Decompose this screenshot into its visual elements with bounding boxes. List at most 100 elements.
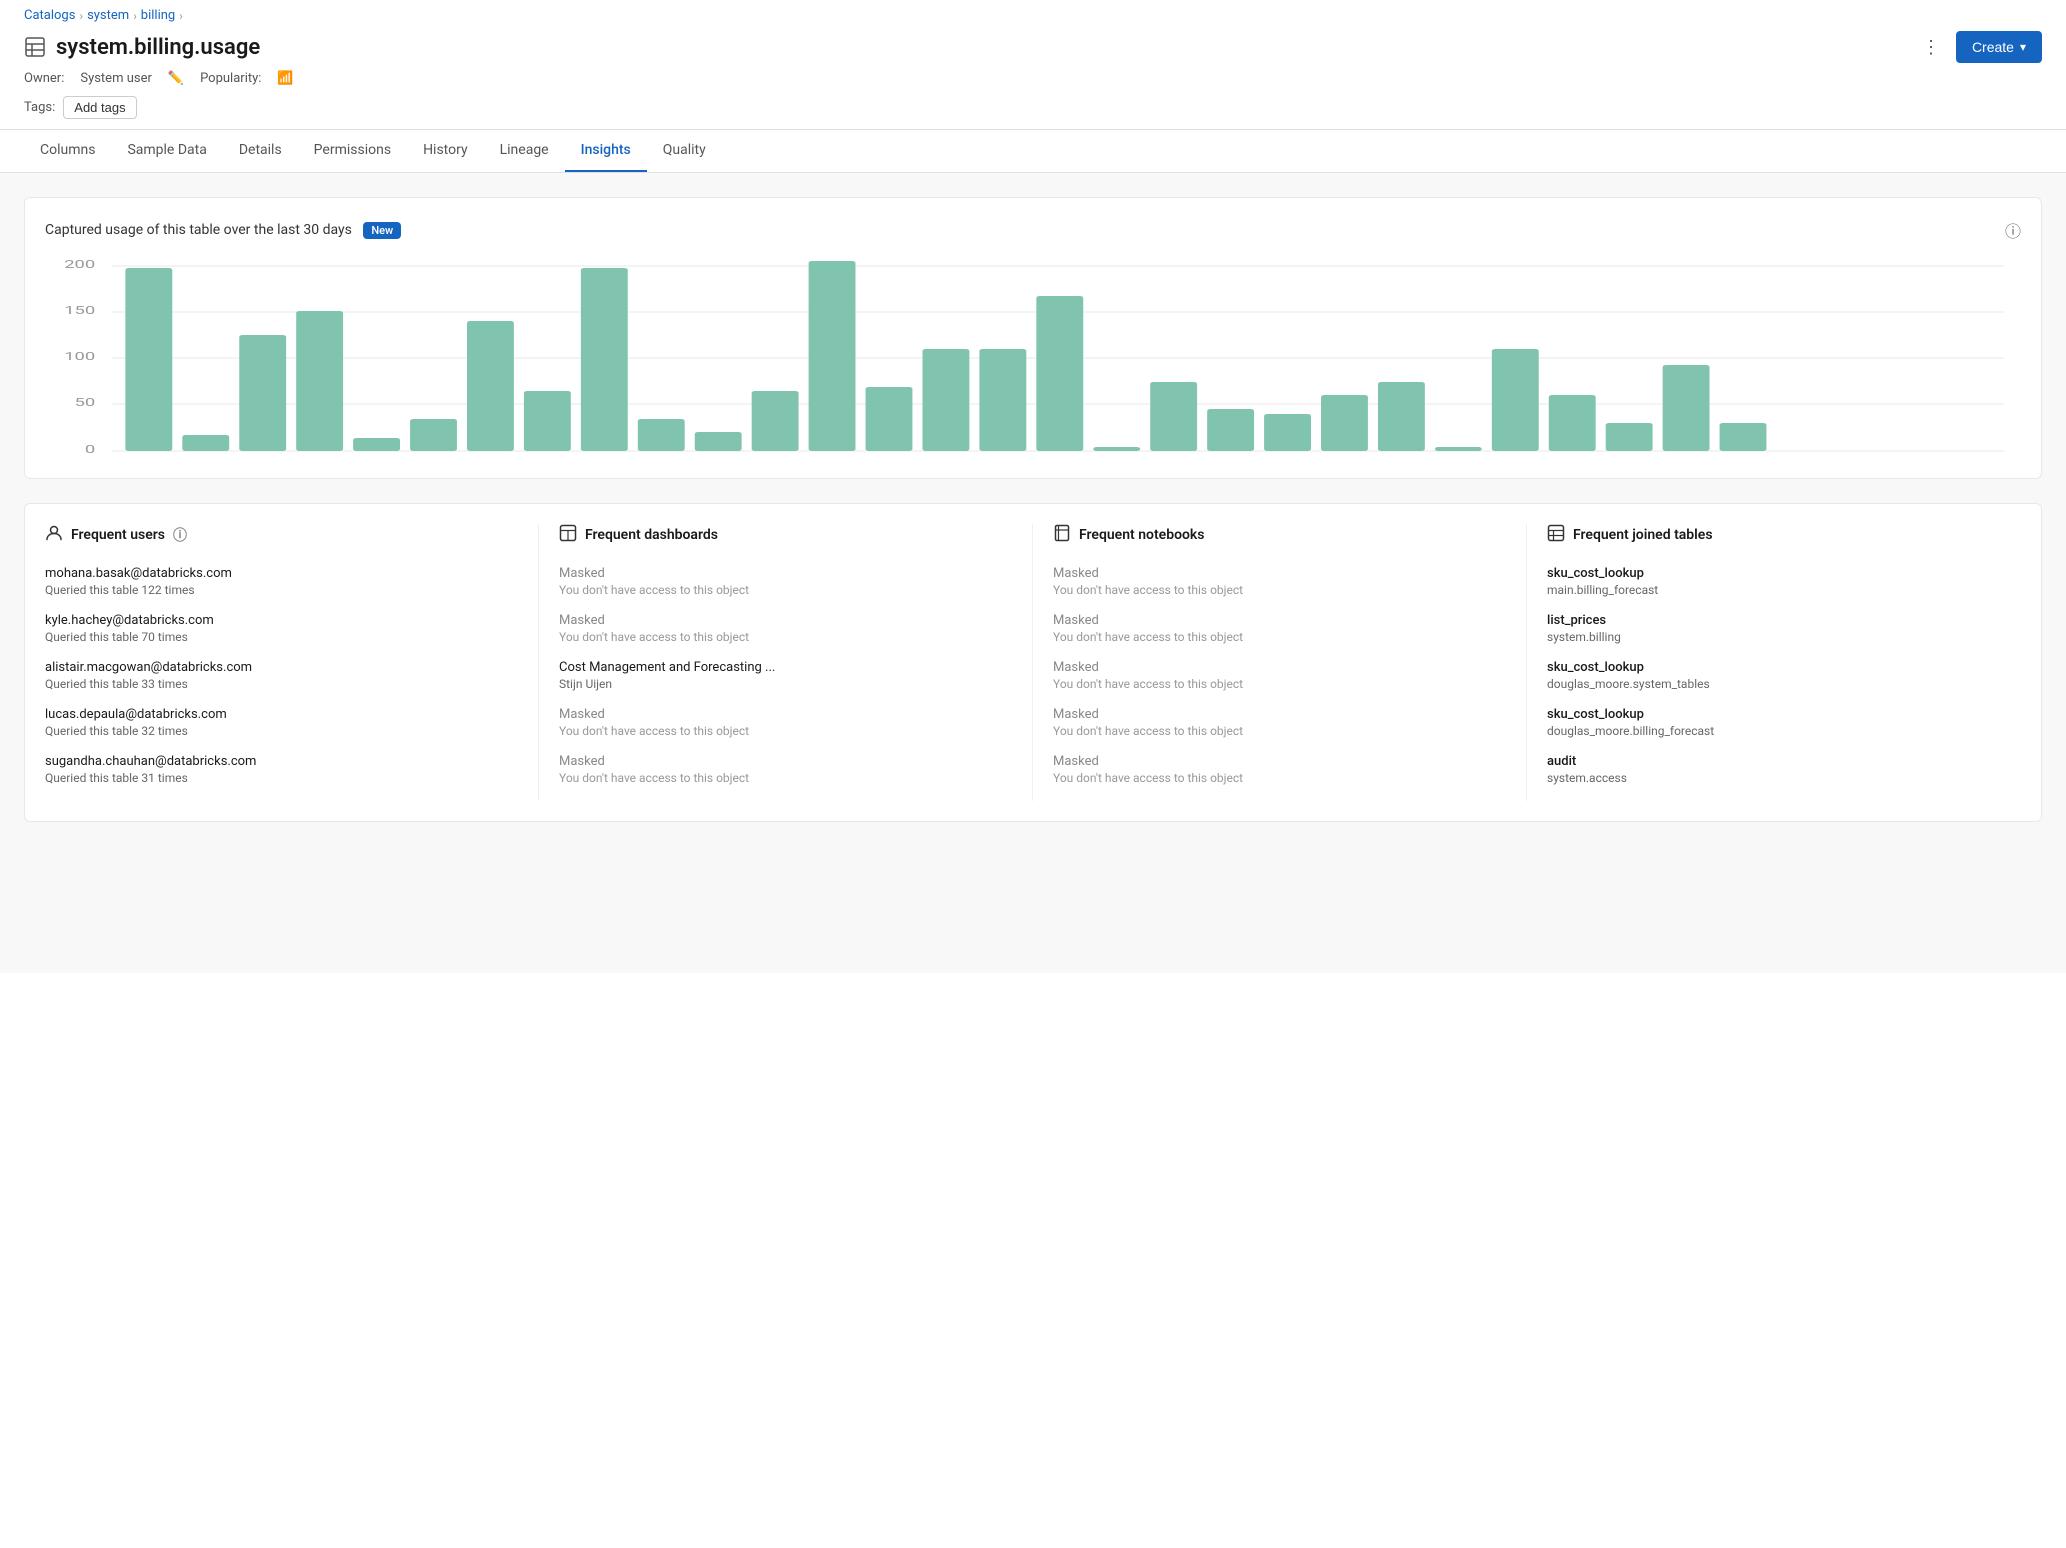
- frequent-joined-header: Frequent joined tables: [1547, 524, 2001, 546]
- notebook-entry-2: Masked You don't have access to this obj…: [1053, 613, 1506, 644]
- dashboard-owner-3: Stijn Uijen: [559, 677, 1012, 691]
- title-left: system.billing.usage: [24, 35, 260, 60]
- notebook-no-access-5: You don't have access to this object: [1053, 771, 1506, 785]
- top-bar: Catalogs › system › billing › system.bil…: [0, 0, 2066, 130]
- user-entry-5: sugandha.chauhan@databricks.com Queried …: [45, 754, 518, 785]
- dashboard-masked-1: Masked: [559, 566, 1012, 581]
- table-icon: [24, 36, 46, 58]
- breadcrumb-sep-2: ›: [133, 9, 137, 23]
- notebook-no-access-3: You don't have access to this object: [1053, 677, 1506, 691]
- tab-quality[interactable]: Quality: [647, 130, 722, 172]
- frequent-joined-section: Frequent joined tables sku_cost_lookup m…: [1527, 524, 2021, 801]
- create-button-label: Create: [1972, 39, 2014, 55]
- bar-chart: 0 50 100 150 200: [45, 258, 2021, 458]
- frequent-users-title: Frequent users: [71, 527, 165, 543]
- user-email-1: mohana.basak@databricks.com: [45, 566, 518, 581]
- user-icon: [45, 524, 63, 546]
- tab-permissions[interactable]: Permissions: [298, 130, 407, 172]
- frequent-notebooks-section: Frequent notebooks Masked You don't have…: [1033, 524, 1527, 801]
- notebook-no-access-4: You don't have access to this object: [1053, 724, 1506, 738]
- joined-entry-2: list_prices system.billing: [1547, 613, 2001, 644]
- owner-value: System user: [80, 71, 152, 86]
- dashboard-no-access-4: You don't have access to this object: [559, 724, 1012, 738]
- chart-title: Captured usage of this table over the la…: [45, 222, 352, 238]
- svg-text:0: 0: [85, 443, 95, 456]
- notebook-entry-3: Masked You don't have access to this obj…: [1053, 660, 1506, 691]
- popularity-icon: 📶: [277, 71, 293, 86]
- edit-icon[interactable]: ✏️: [168, 71, 184, 86]
- tabs-bar: Columns Sample Data Details Permissions …: [0, 130, 2066, 173]
- frequent-notebooks-title: Frequent notebooks: [1079, 527, 1205, 543]
- notebook-entry-4: Masked You don't have access to this obj…: [1053, 707, 1506, 738]
- frequent-dashboards-section: Frequent dashboards Masked You don't hav…: [539, 524, 1033, 801]
- notebook-masked-5: Masked: [1053, 754, 1506, 769]
- user-email-2: kyle.hachey@databricks.com: [45, 613, 518, 628]
- frequent-notebooks-header: Frequent notebooks: [1053, 524, 1506, 546]
- notebook-no-access-1: You don't have access to this object: [1053, 583, 1506, 597]
- chart-section: Captured usage of this table over the la…: [24, 197, 2042, 479]
- breadcrumb-billing[interactable]: billing: [141, 8, 175, 23]
- users-info-icon[interactable]: ⓘ: [173, 525, 187, 545]
- joined-name-3: sku_cost_lookup: [1547, 660, 2001, 675]
- user-entry-2: kyle.hachey@databricks.com Queried this …: [45, 613, 518, 644]
- chart-info-icon[interactable]: ⓘ: [2005, 218, 2021, 242]
- dashboard-no-access-1: You don't have access to this object: [559, 583, 1012, 597]
- tab-insights[interactable]: Insights: [565, 130, 647, 172]
- dashboard-name-3: Cost Management and Forecasting ...: [559, 660, 1012, 675]
- dashboard-entry-5: Masked You don't have access to this obj…: [559, 754, 1012, 785]
- main-content: Captured usage of this table over the la…: [0, 173, 2066, 973]
- svg-text:100: 100: [64, 350, 95, 363]
- breadcrumb-sep-3: ›: [179, 9, 183, 23]
- joined-sub-2: system.billing: [1547, 630, 2001, 644]
- notebook-entry-5: Masked You don't have access to this obj…: [1053, 754, 1506, 785]
- joined-table-icon: [1547, 524, 1565, 546]
- tags-label: Tags:: [24, 100, 55, 115]
- notebook-icon: [1053, 524, 1071, 546]
- frequent-users-section: Frequent users ⓘ mohana.basak@databricks…: [45, 524, 539, 801]
- breadcrumb-system[interactable]: system: [87, 8, 129, 23]
- dashboard-no-access-5: You don't have access to this object: [559, 771, 1012, 785]
- user-count-1: Queried this table 122 times: [45, 583, 518, 597]
- user-entry-4: lucas.depaula@databricks.com Queried thi…: [45, 707, 518, 738]
- tab-details[interactable]: Details: [223, 130, 298, 172]
- tab-lineage[interactable]: Lineage: [484, 130, 565, 172]
- breadcrumb: Catalogs › system › billing ›: [24, 8, 2042, 23]
- svg-text:200: 200: [64, 258, 95, 271]
- breadcrumb-catalogs[interactable]: Catalogs: [24, 8, 75, 23]
- joined-entry-1: sku_cost_lookup main.billing_forecast: [1547, 566, 2001, 597]
- dashboard-entry-2: Masked You don't have access to this obj…: [559, 613, 1012, 644]
- user-count-3: Queried this table 33 times: [45, 677, 518, 691]
- dashboard-no-access-2: You don't have access to this object: [559, 630, 1012, 644]
- dashboard-entry-4: Masked You don't have access to this obj…: [559, 707, 1012, 738]
- joined-sub-1: main.billing_forecast: [1547, 583, 2001, 597]
- joined-entry-4: sku_cost_lookup douglas_moore.billing_fo…: [1547, 707, 2001, 738]
- notebook-masked-4: Masked: [1053, 707, 1506, 722]
- new-badge: New: [363, 222, 401, 239]
- user-count-5: Queried this table 31 times: [45, 771, 518, 785]
- frequent-dashboards-header: Frequent dashboards: [559, 524, 1012, 546]
- joined-name-1: sku_cost_lookup: [1547, 566, 2001, 581]
- joined-sub-5: system.access: [1547, 771, 2001, 785]
- breadcrumb-sep-1: ›: [79, 9, 83, 23]
- dashboard-masked-4: Masked: [559, 707, 1012, 722]
- notebook-entry-1: Masked You don't have access to this obj…: [1053, 566, 1506, 597]
- title-actions: ⋮ Create ▾: [1914, 31, 2042, 63]
- chart-header: Captured usage of this table over the la…: [45, 218, 2021, 242]
- user-count-4: Queried this table 32 times: [45, 724, 518, 738]
- dashboard-masked-2: Masked: [559, 613, 1012, 628]
- create-button[interactable]: Create ▾: [1956, 31, 2042, 63]
- owner-label: Owner:: [24, 71, 64, 86]
- dashboard-entry-1: Masked You don't have access to this obj…: [559, 566, 1012, 597]
- notebook-no-access-2: You don't have access to this object: [1053, 630, 1506, 644]
- joined-name-5: audit: [1547, 754, 2001, 769]
- more-options-button[interactable]: ⋮: [1914, 33, 1948, 62]
- tab-columns[interactable]: Columns: [24, 130, 111, 172]
- joined-entry-3: sku_cost_lookup douglas_moore.system_tab…: [1547, 660, 2001, 691]
- add-tags-button[interactable]: Add tags: [63, 96, 136, 119]
- tab-history[interactable]: History: [407, 130, 484, 172]
- joined-name-4: sku_cost_lookup: [1547, 707, 2001, 722]
- tab-sample-data[interactable]: Sample Data: [111, 130, 222, 172]
- frequent-dashboards-title: Frequent dashboards: [585, 527, 718, 543]
- dashboard-masked-5: Masked: [559, 754, 1012, 769]
- create-button-chevron: ▾: [2020, 40, 2026, 54]
